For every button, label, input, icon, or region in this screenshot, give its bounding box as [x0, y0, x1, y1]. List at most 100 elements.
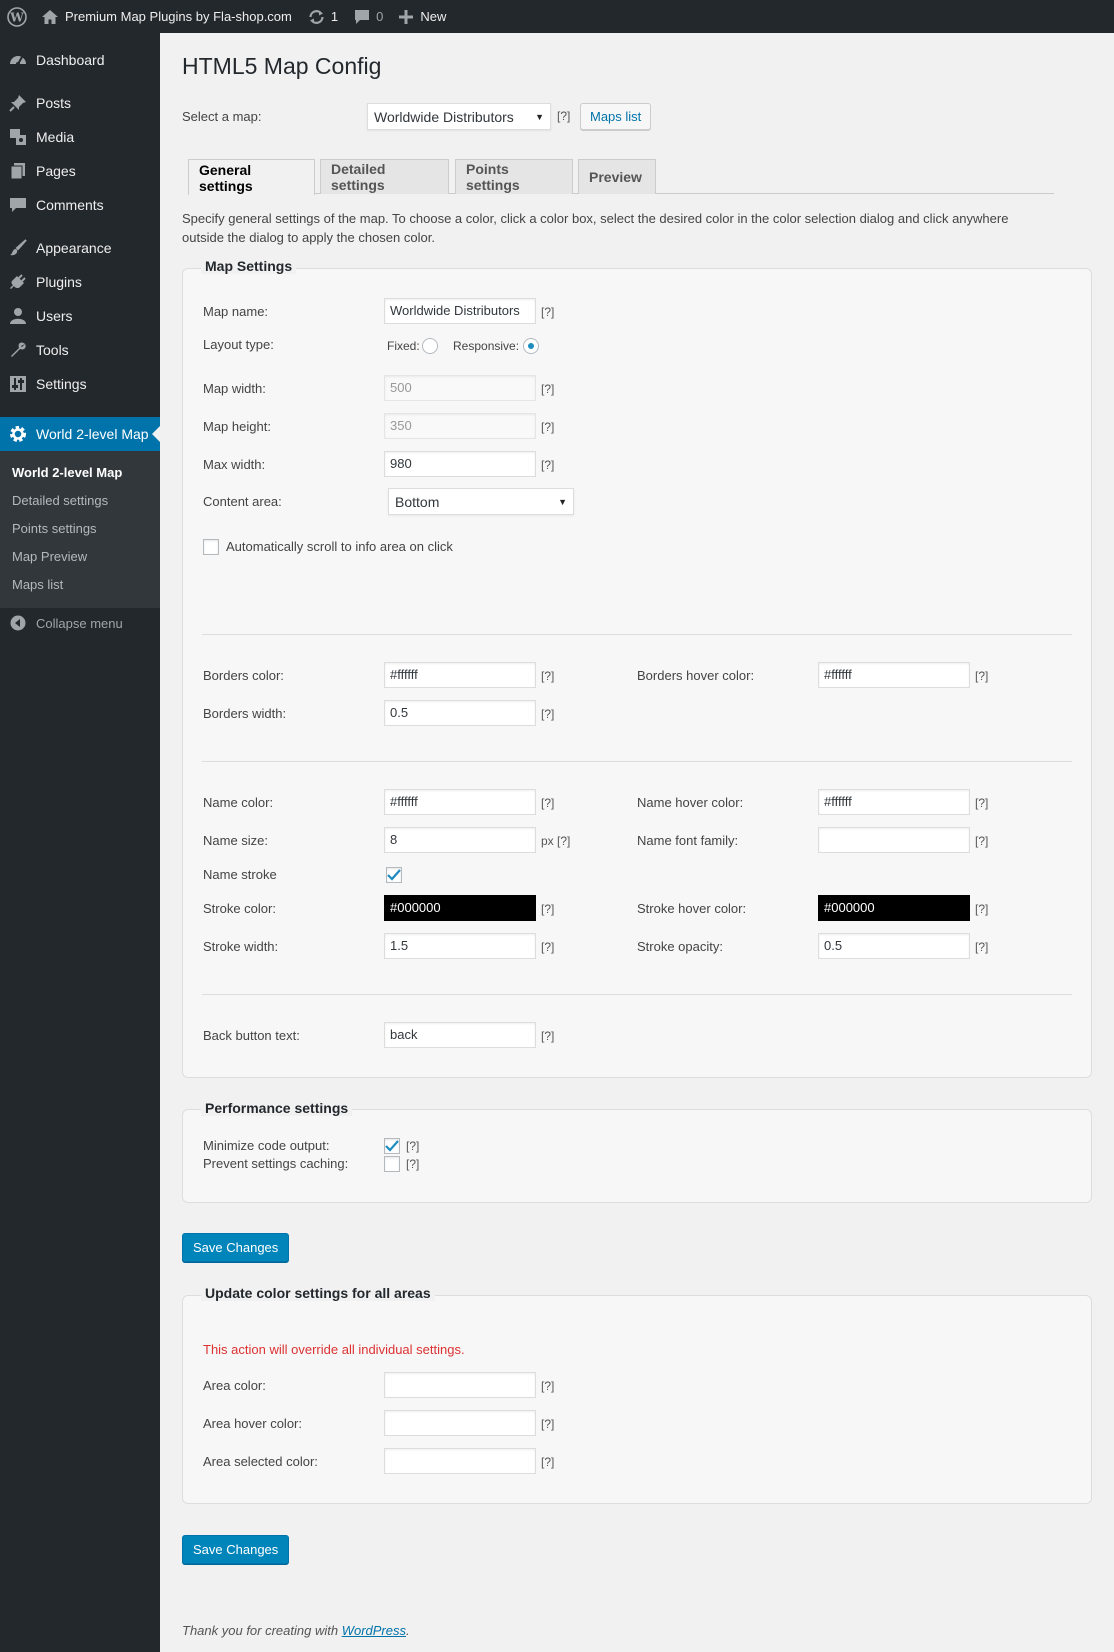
help-link[interactable]: [?] — [975, 902, 988, 916]
name-stroke-checkbox[interactable] — [386, 867, 402, 883]
sidebar-item-settings[interactable]: Settings — [0, 367, 160, 401]
new-content-link[interactable]: New — [391, 0, 454, 33]
sidebar-item-comments[interactable]: Comments — [0, 188, 160, 222]
help-link[interactable]: [?] — [541, 458, 554, 472]
help-link[interactable]: [?] — [541, 940, 554, 954]
sidebar-item-users[interactable]: Users — [0, 299, 160, 333]
area-color-input[interactable] — [384, 1372, 536, 1398]
layout-responsive-radio[interactable] — [523, 338, 539, 354]
wordpress-logo-icon[interactable]: W — [0, 0, 34, 33]
help-link[interactable]: [?] — [541, 1417, 554, 1431]
help-link[interactable]: [?] — [541, 1379, 554, 1393]
name-font-family-input[interactable] — [818, 827, 970, 853]
comment-icon — [354, 9, 370, 25]
wrench-icon — [0, 341, 36, 359]
wordpress-link[interactable]: WordPress — [342, 1623, 406, 1638]
performance-settings-legend: Performance settings — [201, 1100, 353, 1116]
help-link[interactable]: [?] — [975, 796, 988, 810]
select-map-dropdown[interactable]: Worldwide Distributors ▼ — [367, 103, 551, 130]
help-link[interactable]: [?] — [406, 1139, 419, 1153]
save-changes-button[interactable]: Save Changes — [182, 1535, 290, 1564]
tab-general-settings[interactable]: General settings — [188, 159, 315, 195]
stroke-width-label: Stroke width: — [203, 939, 279, 954]
help-link[interactable]: [?] — [557, 109, 570, 123]
map-width-input[interactable]: 500 — [384, 375, 536, 401]
admin-bar: W Premium Map Plugins by Fla-shop.com 1 … — [0, 0, 1114, 33]
footer-text: Thank you for creating with WordPress. — [182, 1623, 410, 1638]
back-button-text-input[interactable]: back — [384, 1022, 536, 1048]
submenu-item-map-preview[interactable]: Map Preview — [12, 549, 87, 564]
sidebar-item-pages[interactable]: Pages — [0, 154, 160, 188]
maps-list-button[interactable]: Maps list — [580, 103, 652, 130]
save-changes-button[interactable]: Save Changes — [182, 1233, 290, 1262]
minimize-code-checkbox[interactable] — [384, 1138, 400, 1154]
stroke-width-input[interactable]: 1.5 — [384, 933, 536, 959]
help-link[interactable]: [?] — [541, 707, 554, 721]
responsive-label: Responsive: — [453, 339, 520, 353]
site-name-link[interactable]: Premium Map Plugins by Fla-shop.com — [34, 0, 300, 33]
name-stroke-label: Name stroke — [203, 867, 277, 882]
tab-preview[interactable]: Preview — [578, 159, 656, 194]
map-name-input[interactable]: Worldwide Distributors — [384, 298, 536, 324]
tab-detailed-settings[interactable]: Detailed settings — [320, 159, 449, 194]
borders-hover-color-label: Borders hover color: — [637, 668, 755, 683]
name-color-input[interactable]: #ffffff — [384, 789, 536, 815]
px-help-link[interactable]: px [?] — [541, 834, 570, 848]
auto-scroll-checkbox[interactable] — [203, 539, 219, 555]
tab-points-settings[interactable]: Points settings — [455, 159, 573, 194]
sidebar-item-posts[interactable]: Posts — [0, 86, 160, 120]
stroke-color-input[interactable]: #000000 — [384, 895, 536, 921]
map-name-label: Map name: — [203, 304, 269, 319]
submenu-item-detailed-settings[interactable]: Detailed settings — [12, 493, 108, 508]
svg-text:W: W — [9, 10, 24, 24]
help-link[interactable]: [?] — [975, 669, 988, 683]
borders-color-input[interactable]: #ffffff — [384, 662, 536, 688]
help-link[interactable]: [?] — [406, 1157, 419, 1171]
stroke-hover-color-input[interactable]: #000000 — [818, 895, 970, 921]
prevent-caching-checkbox[interactable] — [384, 1156, 400, 1172]
name-hover-color-input[interactable]: #ffffff — [818, 789, 970, 815]
borders-width-input[interactable]: 0.5 — [384, 700, 536, 726]
help-link[interactable]: [?] — [541, 902, 554, 916]
borders-color-label: Borders color: — [203, 668, 284, 683]
gear-icon — [0, 425, 36, 443]
stroke-opacity-input[interactable]: 0.5 — [818, 933, 970, 959]
area-selected-color-input[interactable] — [384, 1448, 536, 1474]
sidebar-item-plugins[interactable]: Plugins — [0, 265, 160, 299]
submenu-item-points-settings[interactable]: Points settings — [12, 521, 97, 536]
sidebar-item-world-2-level-map[interactable]: World 2-level Map — [0, 417, 160, 451]
help-link[interactable]: [?] — [541, 420, 554, 434]
plus-icon — [399, 9, 414, 24]
help-link[interactable]: [?] — [541, 669, 554, 683]
max-width-input[interactable]: 980 — [384, 451, 536, 477]
sidebar-item-media[interactable]: Media — [0, 120, 160, 154]
content-area-select[interactable]: Bottom ▼ — [388, 488, 574, 515]
brush-icon — [0, 239, 36, 257]
help-link[interactable]: [?] — [541, 1029, 554, 1043]
area-hover-color-input[interactable] — [384, 1410, 536, 1436]
comments-link[interactable]: 0 — [346, 0, 391, 33]
sidebar-item-tools[interactable]: Tools — [0, 333, 160, 367]
updates-link[interactable]: 1 — [300, 0, 346, 33]
help-link[interactable]: [?] — [541, 305, 554, 319]
sidebar-item-appearance[interactable]: Appearance — [0, 231, 160, 265]
help-link[interactable]: [?] — [541, 1455, 554, 1469]
map-height-input[interactable]: 350 — [384, 413, 536, 439]
sidebar-item-label: Users — [36, 308, 73, 324]
help-link[interactable]: [?] — [975, 834, 988, 848]
submenu-item-world-2-level-map[interactable]: World 2-level Map — [12, 465, 122, 480]
media-icon — [0, 128, 36, 146]
layout-fixed-radio[interactable] — [422, 338, 438, 354]
borders-hover-color-input[interactable]: #ffffff — [818, 662, 970, 688]
help-link[interactable]: [?] — [541, 796, 554, 810]
home-icon — [42, 9, 58, 24]
minimize-code-label: Minimize code output: — [203, 1138, 330, 1153]
help-link[interactable]: [?] — [975, 940, 988, 954]
collapse-menu-button[interactable]: Collapse menu — [0, 611, 160, 635]
sidebar-item-label: Settings — [36, 376, 87, 392]
name-hover-color-label: Name hover color: — [637, 795, 744, 810]
submenu-item-maps-list[interactable]: Maps list — [12, 577, 63, 592]
sidebar-item-dashboard[interactable]: Dashboard — [0, 43, 160, 77]
help-link[interactable]: [?] — [541, 382, 554, 396]
name-size-input[interactable]: 8 — [384, 827, 536, 853]
